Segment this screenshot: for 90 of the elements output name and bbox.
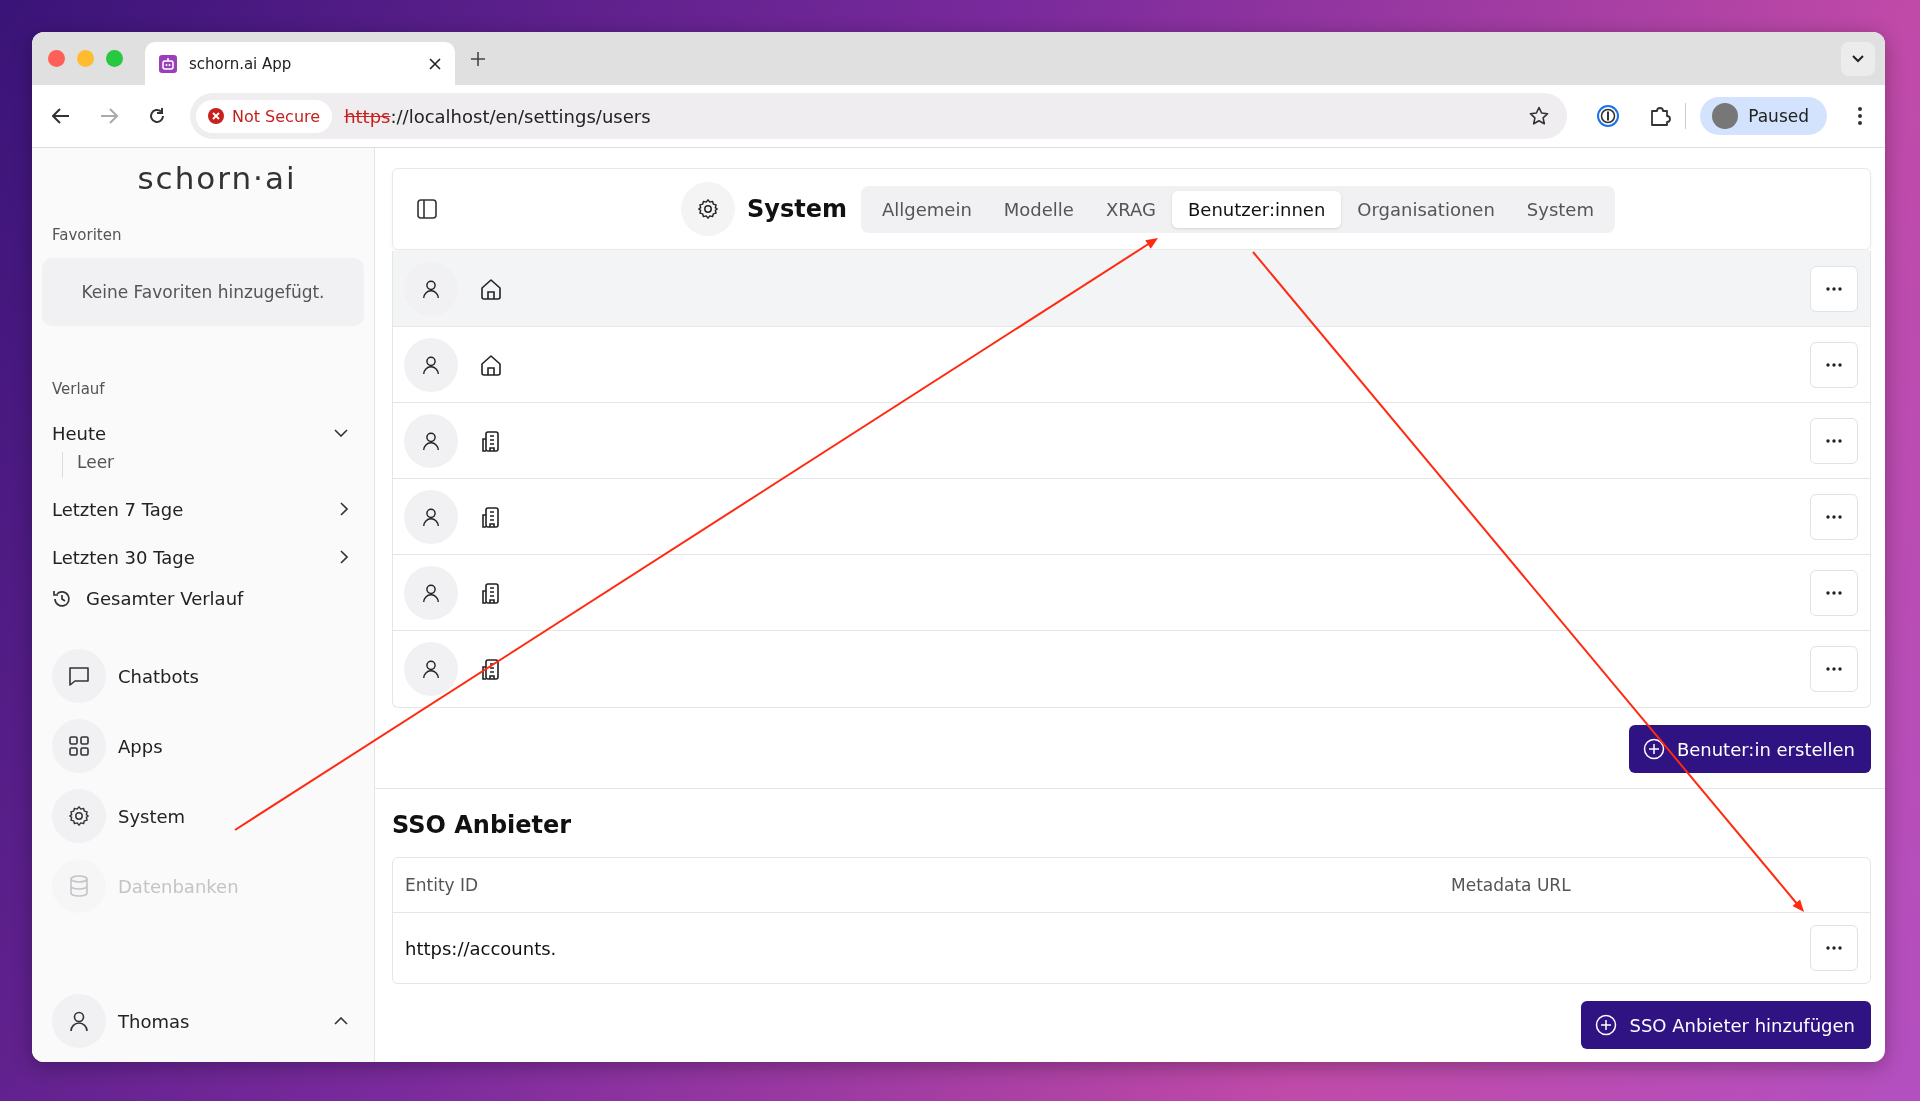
logo: schorn·ai: [136, 160, 298, 196]
kebab-menu-icon[interactable]: [1857, 106, 1863, 126]
forward-arrow-icon[interactable]: [100, 108, 118, 124]
tab[interactable]: Organisationen: [1341, 190, 1511, 228]
create-user-button[interactable]: Benuter:in erstellen: [1628, 725, 1871, 773]
tab[interactable]: XRAG: [1089, 190, 1172, 228]
person-icon: [421, 278, 441, 299]
user-menu[interactable]: Thomas: [52, 994, 352, 1048]
close-window-button[interactable]: [48, 50, 65, 67]
more-button[interactable]: [1810, 493, 1858, 540]
database-icon: [69, 875, 89, 897]
maximize-window-button[interactable]: [106, 50, 123, 67]
robot-icon: [159, 54, 177, 73]
chevron-right-icon: [340, 502, 348, 516]
history-icon: [52, 588, 72, 609]
profile-button[interactable]: Paused: [1700, 97, 1827, 135]
history-group[interactable]: Letzten 30 Tage: [52, 544, 352, 570]
page-title: System: [747, 195, 847, 223]
building-icon: [480, 658, 502, 680]
house-icon: [480, 353, 502, 376]
house-icon: [480, 277, 502, 300]
building-icon: [480, 505, 502, 528]
column-header: Metadata URL: [1451, 875, 1571, 895]
history-group[interactable]: Heute: [52, 420, 352, 446]
empty-favorites-message: Keine Favoriten hinzugefügt.: [42, 258, 364, 326]
building-icon: [480, 581, 502, 604]
person-icon: [421, 430, 441, 451]
person-icon: [68, 1010, 90, 1032]
person-icon: [421, 506, 441, 527]
address-bar[interactable]: Not Secure https://localhost/en/settings/users: [190, 93, 1568, 139]
chevron-up-icon: [334, 1017, 348, 1025]
tab[interactable]: Allgemein: [866, 190, 988, 228]
more-icon: [1826, 514, 1842, 519]
puzzle-icon[interactable]: [1649, 105, 1672, 127]
sidebar-toggle-icon[interactable]: [417, 199, 437, 219]
user-row[interactable]: [393, 251, 1870, 327]
browser-tab[interactable]: schorn.ai App: [145, 42, 455, 85]
url-text: https://localhost/en/settings/users: [344, 105, 651, 127]
tab[interactable]: Benutzer:innen: [1172, 190, 1342, 228]
chevron-down-icon: [1852, 54, 1864, 63]
person-icon: [421, 582, 441, 603]
all-history-link[interactable]: Gesamter Verlauf: [52, 588, 352, 609]
more-button[interactable]: [1810, 417, 1858, 464]
table-cell: https://accounts.: [405, 937, 557, 959]
more-icon: [1826, 362, 1842, 367]
tab-title: schorn.ai App: [189, 54, 293, 73]
add-sso-provider-button[interactable]: SSO Anbieter hinzufügen: [1581, 1001, 1871, 1049]
grid-icon: [68, 735, 90, 757]
more-button[interactable]: [1810, 569, 1858, 616]
close-icon[interactable]: [429, 57, 441, 70]
error-icon: [208, 108, 224, 124]
section-heading: Favoriten: [52, 226, 123, 244]
person-icon: [421, 354, 441, 375]
plus-circle-icon: [1595, 1014, 1618, 1036]
plus-circle-icon: [1642, 738, 1665, 760]
more-icon: [1826, 946, 1842, 950]
tab-list-button[interactable]: [1841, 41, 1875, 76]
building-icon: [480, 429, 502, 452]
chat-bubble-icon: [67, 664, 91, 688]
tab[interactable]: System: [1510, 190, 1610, 228]
reload-icon[interactable]: [148, 107, 166, 125]
star-icon[interactable]: [1529, 106, 1550, 126]
more-button[interactable]: [1810, 925, 1858, 971]
more-icon: [1826, 667, 1842, 671]
avatar-icon: [1712, 103, 1739, 129]
tab[interactable]: Modelle: [987, 190, 1090, 228]
nav-item[interactable]: Chatbots: [52, 649, 352, 703]
settings-icon: [697, 198, 719, 220]
new-tab-icon[interactable]: [471, 51, 485, 66]
more-button[interactable]: [1810, 265, 1858, 312]
password-manager-icon[interactable]: [1597, 105, 1620, 127]
back-arrow-icon[interactable]: [52, 108, 70, 124]
column-header: Entity ID: [405, 875, 480, 895]
more-icon: [1826, 590, 1842, 595]
more-icon: [1826, 286, 1842, 291]
history-entry: Leer: [77, 452, 116, 474]
nav-item[interactable]: Apps: [52, 719, 352, 773]
section-title: SSO Anbieter: [392, 811, 573, 839]
nav-item[interactable]: System: [52, 789, 352, 843]
more-button[interactable]: [1810, 341, 1858, 388]
person-icon: [421, 659, 441, 679]
history-group[interactable]: Letzten 7 Tage: [52, 496, 352, 522]
security-chip[interactable]: Not Secure: [196, 99, 333, 133]
chevron-down-icon: [334, 429, 348, 437]
minimize-window-button[interactable]: [77, 50, 94, 67]
more-icon: [1826, 438, 1842, 443]
more-button[interactable]: [1810, 646, 1858, 692]
section-heading: Verlauf: [52, 380, 106, 398]
settings-icon: [68, 805, 90, 827]
chevron-right-icon: [340, 550, 348, 564]
